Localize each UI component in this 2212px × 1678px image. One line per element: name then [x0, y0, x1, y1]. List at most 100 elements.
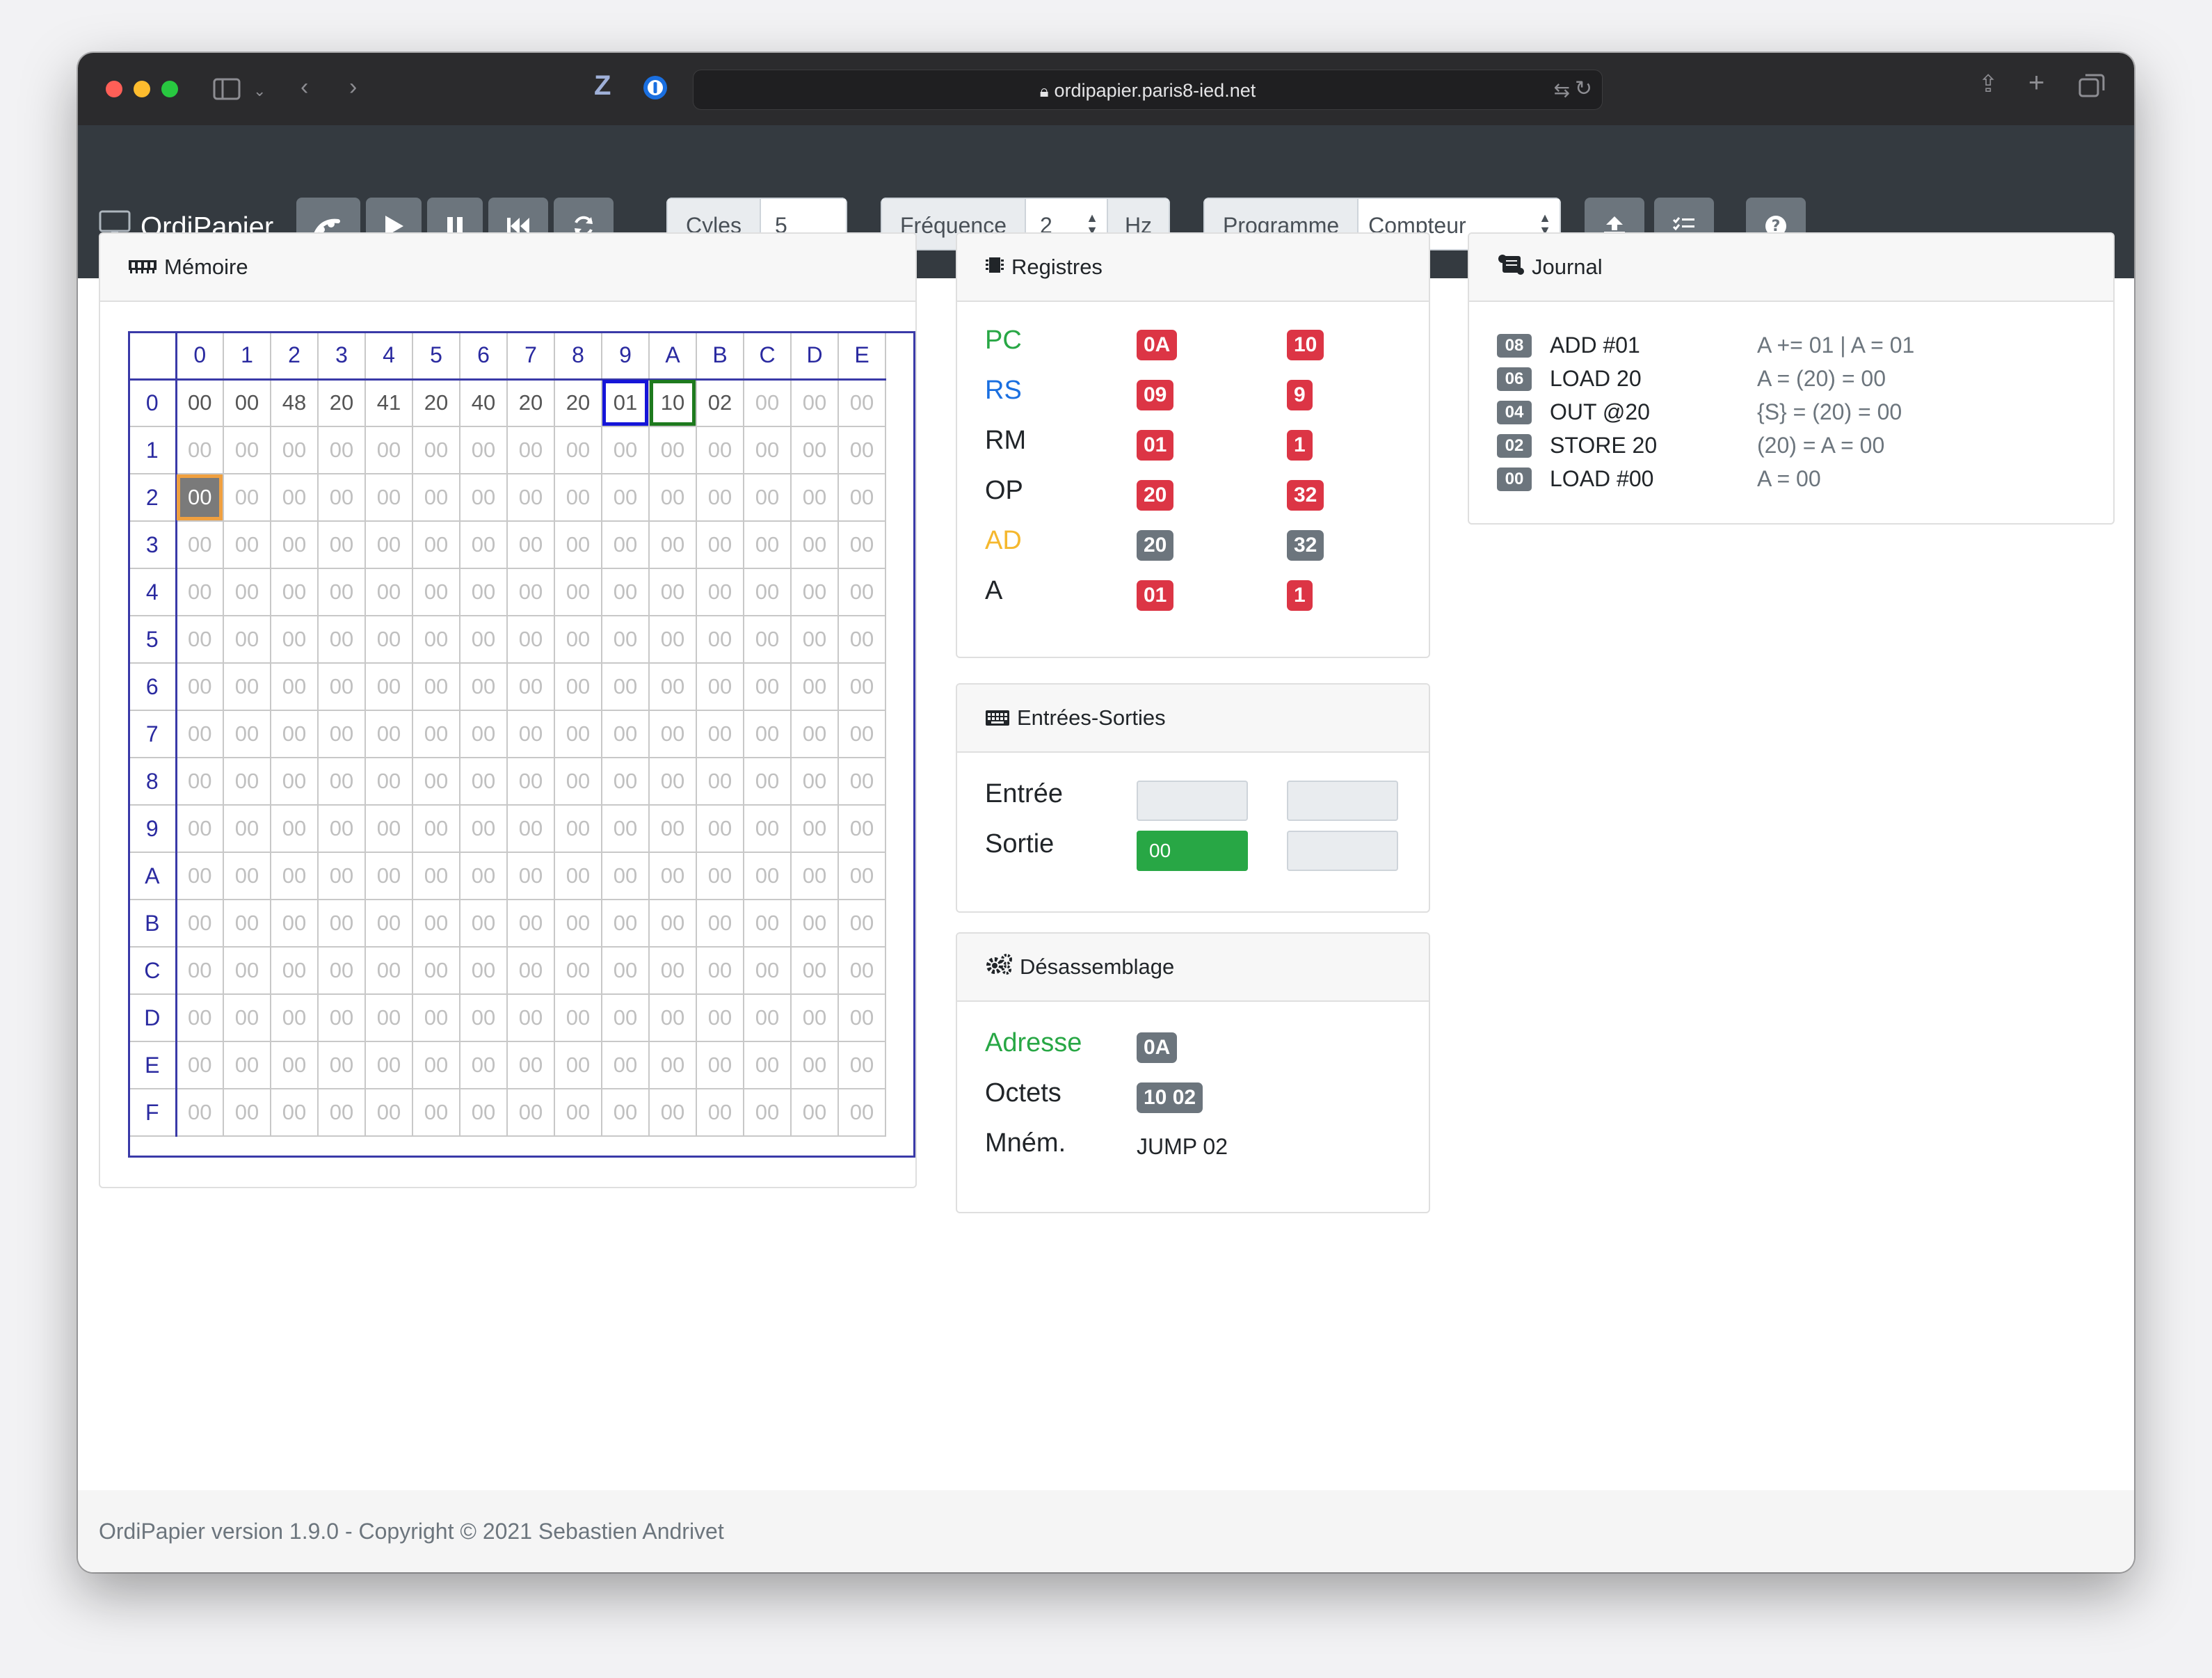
memory-cell[interactable]: 00 — [837, 615, 886, 664]
memory-cell[interactable]: 20 — [317, 378, 366, 427]
memory-cell[interactable]: 00 — [175, 568, 224, 616]
memory-cell[interactable]: 00 — [223, 993, 271, 1042]
memory-cell[interactable]: 20 — [506, 378, 555, 427]
reload-icon[interactable]: ↻ — [1575, 77, 1592, 101]
z-extension-icon[interactable]: Z — [594, 72, 611, 99]
memory-cell[interactable]: 00 — [270, 899, 319, 948]
memory-cell[interactable]: 00 — [175, 426, 224, 474]
memory-cell[interactable]: 00 — [459, 662, 508, 711]
memory-cell[interactable]: 41 — [364, 378, 413, 427]
memory-cell[interactable]: 00 — [175, 852, 224, 900]
memory-cell[interactable]: 00 — [790, 520, 839, 569]
memory-cell[interactable]: 00 — [837, 899, 886, 948]
memory-cell[interactable]: 00 — [743, 473, 792, 522]
memory-cell[interactable]: 00 — [317, 946, 366, 995]
memory-cell[interactable]: 00 — [743, 899, 792, 948]
memory-cell[interactable]: 00 — [412, 710, 460, 758]
memory-cell[interactable]: 00 — [743, 710, 792, 758]
memory-cell[interactable]: 00 — [364, 757, 413, 806]
translate-icon[interactable]: ⇆ — [1554, 79, 1570, 102]
memory-cell[interactable]: 00 — [790, 615, 839, 664]
memory-cell[interactable]: 00 — [648, 899, 697, 948]
memory-cell[interactable]: 00 — [790, 473, 839, 522]
memory-cell[interactable]: 00 — [412, 852, 460, 900]
memory-cell[interactable]: 00 — [648, 426, 697, 474]
memory-cell[interactable]: 00 — [459, 710, 508, 758]
back-icon[interactable]: ‹ — [300, 75, 308, 99]
memory-cell[interactable]: 00 — [601, 710, 650, 758]
memory-cell[interactable]: 00 — [459, 615, 508, 664]
memory-cell[interactable]: 00 — [554, 757, 602, 806]
memory-cell[interactable]: 20 — [554, 378, 602, 427]
memory-cell[interactable]: 00 — [364, 852, 413, 900]
memory-cell[interactable]: 00 — [317, 757, 366, 806]
memory-cell[interactable]: 00 — [364, 804, 413, 853]
memory-cell[interactable]: 01 — [601, 378, 650, 427]
memory-cell[interactable]: 00 — [648, 520, 697, 569]
memory-cell[interactable]: 00 — [175, 899, 224, 948]
memory-cell[interactable]: 00 — [506, 757, 555, 806]
memory-cell[interactable]: 00 — [601, 804, 650, 853]
memory-cell[interactable]: 00 — [175, 520, 224, 569]
memory-cell[interactable]: 00 — [506, 568, 555, 616]
sidebar-icon[interactable] — [213, 78, 241, 104]
memory-cell[interactable]: 00 — [743, 426, 792, 474]
memory-cell[interactable]: 48 — [270, 378, 319, 427]
memory-cell[interactable]: 00 — [696, 520, 744, 569]
memory-cell[interactable]: 00 — [223, 852, 271, 900]
memory-cell[interactable]: 00 — [743, 568, 792, 616]
memory-cell[interactable]: 00 — [317, 473, 366, 522]
memory-cell[interactable]: 00 — [175, 804, 224, 853]
memory-cell[interactable]: 00 — [837, 852, 886, 900]
memory-cell[interactable]: 00 — [743, 852, 792, 900]
memory-cell[interactable]: 00 — [743, 757, 792, 806]
memory-cell[interactable]: 00 — [506, 1088, 555, 1137]
memory-cell[interactable]: 00 — [270, 710, 319, 758]
memory-cell[interactable]: 00 — [364, 568, 413, 616]
memory-cell[interactable]: 00 — [270, 946, 319, 995]
memory-cell[interactable]: 00 — [223, 1041, 271, 1089]
memory-cell[interactable]: 00 — [364, 946, 413, 995]
memory-cell[interactable]: 00 — [696, 662, 744, 711]
memory-cell[interactable]: 00 — [837, 568, 886, 616]
memory-cell[interactable]: 00 — [554, 804, 602, 853]
input-field-dec[interactable] — [1287, 781, 1398, 821]
memory-cell[interactable]: 00 — [696, 946, 744, 995]
memory-cell[interactable]: 00 — [223, 1088, 271, 1137]
memory-cell[interactable]: 00 — [459, 993, 508, 1042]
memory-cell[interactable]: 00 — [506, 710, 555, 758]
memory-cell[interactable]: 00 — [648, 615, 697, 664]
memory-cell[interactable]: 00 — [743, 378, 792, 427]
memory-cell[interactable]: 00 — [648, 946, 697, 995]
memory-cell[interactable]: 00 — [317, 804, 366, 853]
tabs-overview-icon[interactable] — [2078, 74, 2105, 102]
memory-cell[interactable]: 00 — [364, 426, 413, 474]
memory-cell[interactable]: 00 — [459, 1041, 508, 1089]
memory-cell[interactable]: 00 — [412, 946, 460, 995]
share-icon[interactable]: ⇪ — [1978, 72, 1998, 96]
memory-cell[interactable]: 00 — [175, 710, 224, 758]
memory-cell[interactable]: 00 — [601, 757, 650, 806]
memory-cell[interactable]: 00 — [223, 615, 271, 664]
forward-icon[interactable]: › — [349, 75, 357, 99]
memory-cell[interactable]: 00 — [506, 662, 555, 711]
minimize-window-button[interactable] — [134, 81, 150, 97]
memory-cell[interactable]: 00 — [412, 520, 460, 569]
memory-cell[interactable]: 00 — [459, 426, 508, 474]
memory-cell[interactable]: 00 — [175, 1041, 224, 1089]
memory-cell[interactable]: 00 — [790, 426, 839, 474]
memory-cell[interactable]: 00 — [554, 568, 602, 616]
memory-cell[interactable]: 00 — [175, 946, 224, 995]
memory-cell[interactable]: 00 — [790, 804, 839, 853]
memory-cell[interactable]: 00 — [837, 946, 886, 995]
memory-cell[interactable]: 00 — [790, 852, 839, 900]
memory-cell[interactable]: 00 — [696, 426, 744, 474]
memory-cell[interactable]: 00 — [837, 426, 886, 474]
memory-cell[interactable]: 00 — [412, 473, 460, 522]
memory-cell[interactable]: 00 — [743, 662, 792, 711]
memory-cell[interactable]: 00 — [223, 804, 271, 853]
memory-cell[interactable]: 00 — [270, 757, 319, 806]
memory-cell[interactable]: 00 — [506, 473, 555, 522]
memory-cell[interactable]: 00 — [790, 946, 839, 995]
memory-cell[interactable]: 00 — [223, 899, 271, 948]
